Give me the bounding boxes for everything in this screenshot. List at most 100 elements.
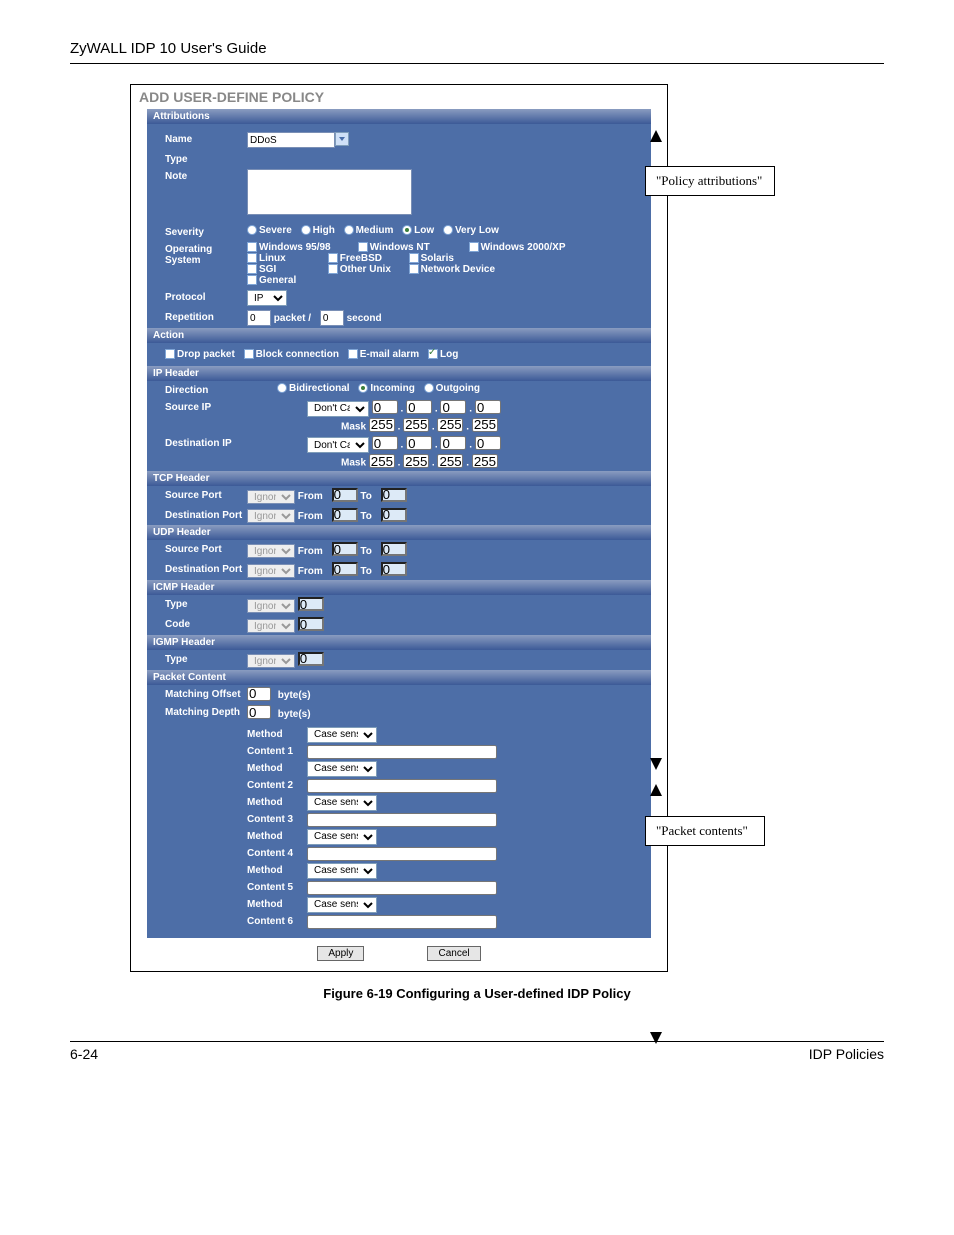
email-alarm-chk[interactable]	[348, 349, 358, 359]
dst-ip-4[interactable]	[475, 436, 501, 450]
matching-offset-input[interactable]	[247, 687, 271, 701]
os-winnt-chk[interactable]	[358, 242, 368, 252]
udp-dstport-to[interactable]	[381, 562, 407, 576]
os-general-chk[interactable]	[247, 275, 257, 285]
severity-severe-radio[interactable]	[247, 225, 257, 235]
content-label-3: Content 3	[247, 814, 307, 825]
tcp-srcport-mode[interactable]: Ignore	[247, 490, 295, 504]
src-mask-2[interactable]	[403, 418, 429, 432]
note-textarea[interactable]	[247, 169, 412, 215]
tcp-dstport-mode[interactable]: Ignore	[247, 509, 295, 523]
dest-ip-mode[interactable]: Don't Care	[307, 437, 369, 453]
udp-srcport-to[interactable]	[381, 542, 407, 556]
content-label-2: Content 2	[247, 780, 307, 791]
content-input-3[interactable]	[307, 813, 497, 827]
udp-srcport-from[interactable]	[332, 542, 358, 556]
method-select-1[interactable]: Case sensitive	[307, 727, 377, 743]
name-dropdown-arrow[interactable]	[335, 132, 349, 146]
source-ip-mode[interactable]: Don't Care	[307, 401, 369, 417]
method-select-4[interactable]: Case sensitive	[307, 829, 377, 845]
src-ip-4[interactable]	[475, 400, 501, 414]
log-chk[interactable]	[428, 349, 438, 359]
os-freebsd-chk[interactable]	[328, 253, 338, 263]
icmp-type-mode[interactable]: Ignore	[247, 599, 295, 613]
tcp-srcport-from[interactable]	[332, 488, 358, 502]
udp-dstport-from[interactable]	[332, 562, 358, 576]
dir-incoming-label: Incoming	[370, 383, 414, 394]
tcp-srcport-to[interactable]	[381, 488, 407, 502]
from-label: From	[298, 491, 323, 502]
content-input-4[interactable]	[307, 847, 497, 861]
tcp-dstport-from[interactable]	[332, 508, 358, 522]
icmp-code-val[interactable]	[298, 617, 324, 631]
os-solaris-chk[interactable]	[409, 253, 419, 263]
dir-outgoing-radio[interactable]	[424, 383, 434, 393]
from-label4: From	[298, 566, 323, 577]
os-win9598-chk[interactable]	[247, 242, 257, 252]
dst-ip-3[interactable]	[440, 436, 466, 450]
method-select-3[interactable]: Case sensitive	[307, 795, 377, 811]
igmp-type-val[interactable]	[298, 652, 324, 666]
src-mask-1[interactable]	[369, 418, 395, 432]
dir-bidir-radio[interactable]	[277, 383, 287, 393]
section-udp-header: UDP Header	[147, 525, 651, 540]
src-ip-1[interactable]	[372, 400, 398, 414]
protocol-select[interactable]: IP	[247, 290, 287, 306]
matching-offset-label: Matching Offset	[165, 687, 247, 700]
udp-srcport-mode[interactable]: Ignore	[247, 544, 295, 558]
method-select-6[interactable]: Case sensitive	[307, 897, 377, 913]
dst-ip-2[interactable]	[406, 436, 432, 450]
method-select-2[interactable]: Case sensitive	[307, 761, 377, 777]
os-winnt-label: Windows NT	[370, 242, 460, 253]
icmp-code-mode[interactable]: Ignore	[247, 619, 295, 633]
severity-verylow-radio[interactable]	[443, 225, 453, 235]
severity-high-radio[interactable]	[301, 225, 311, 235]
content-label-4: Content 4	[247, 848, 307, 859]
os-linux-chk[interactable]	[247, 253, 257, 263]
src-ip-2[interactable]	[406, 400, 432, 414]
section-igmp-header: IGMP Header	[147, 635, 651, 650]
tcp-dstport-to[interactable]	[381, 508, 407, 522]
content-input-6[interactable]	[307, 915, 497, 929]
dst-mask-1[interactable]	[369, 454, 395, 468]
os-netdev-chk[interactable]	[409, 264, 419, 274]
dir-incoming-radio[interactable]	[358, 383, 368, 393]
matching-depth-input[interactable]	[247, 705, 271, 719]
repetition-second-input[interactable]	[320, 310, 344, 326]
dst-mask-3[interactable]	[437, 454, 463, 468]
udp-dstport-mode[interactable]: Ignore	[247, 564, 295, 578]
dst-mask-2[interactable]	[403, 454, 429, 468]
dst-mask-4[interactable]	[472, 454, 498, 468]
severity-medium-label: Medium	[356, 225, 394, 236]
os-win2kxp-chk[interactable]	[469, 242, 479, 252]
method-select-5[interactable]: Case sensitive	[307, 863, 377, 879]
os-freebsd-label: FreeBSD	[340, 253, 400, 264]
callout-packet-contents: "Packet contents"	[645, 816, 765, 846]
content-input-5[interactable]	[307, 881, 497, 895]
igmp-type-mode[interactable]: Ignore	[247, 654, 295, 668]
repetition-packet-input[interactable]	[247, 310, 271, 326]
src-mask-3[interactable]	[437, 418, 463, 432]
os-general-label: General	[259, 275, 349, 286]
block-conn-chk[interactable]	[244, 349, 254, 359]
direction-label: Direction	[165, 383, 247, 396]
icmp-type-val[interactable]	[298, 597, 324, 611]
src-ip-3[interactable]	[440, 400, 466, 414]
drop-packet-chk[interactable]	[165, 349, 175, 359]
cancel-button[interactable]: Cancel	[427, 946, 480, 961]
from-label2: From	[298, 511, 323, 522]
os-otherunix-chk[interactable]	[328, 264, 338, 274]
dir-bidir-label: Bidirectional	[289, 383, 350, 394]
src-mask-4[interactable]	[472, 418, 498, 432]
os-sgi-chk[interactable]	[247, 264, 257, 274]
severity-medium-radio[interactable]	[344, 225, 354, 235]
content-input-1[interactable]	[307, 745, 497, 759]
name-input[interactable]	[247, 132, 335, 148]
severity-low-radio[interactable]	[402, 225, 412, 235]
dst-ip-1[interactable]	[372, 436, 398, 450]
source-ip-label: Source IP	[165, 400, 247, 413]
apply-button[interactable]: Apply	[317, 946, 364, 961]
udp-srcport-label: Source Port	[165, 542, 247, 555]
content-input-2[interactable]	[307, 779, 497, 793]
severity-severe-label: Severe	[259, 225, 292, 236]
